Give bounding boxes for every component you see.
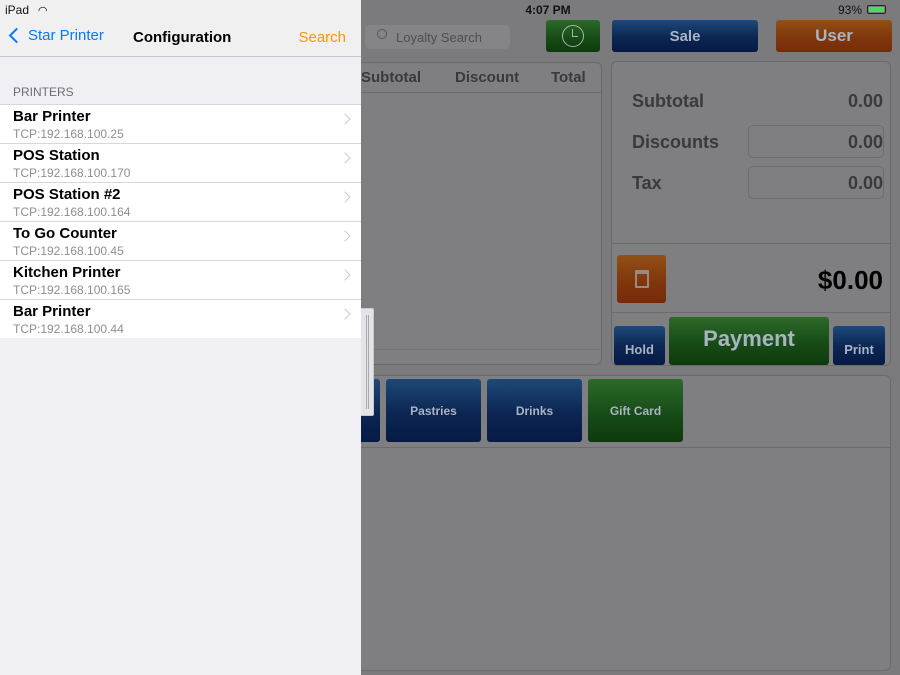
printer-row[interactable]: Kitchen Printer TCP:192.168.100.165 (0, 260, 361, 299)
status-time: 4:07 PM (525, 3, 571, 17)
subtotal-value: 0.00 (847, 91, 883, 111)
tax-field[interactable]: 0.00 (748, 166, 884, 199)
subtotal-label: Subtotal (632, 91, 704, 111)
printer-row[interactable]: Bar Printer TCP:192.168.100.25 (0, 104, 361, 143)
sale-button[interactable]: Sale (612, 20, 758, 52)
printer-address: TCP:192.168.100.25 (13, 127, 124, 141)
navigation-bar: iPad ◠ Star Printer Configuration Search (0, 0, 361, 57)
printer-row[interactable]: POS Station #2 TCP:192.168.100.164 (0, 182, 361, 221)
discounts-field[interactable]: 0.00 (748, 125, 884, 158)
category-gift-card[interactable]: Gift Card (588, 379, 683, 442)
back-label: Star Printer (28, 27, 104, 44)
chevron-right-icon (339, 191, 351, 203)
printer-address: TCP:192.168.100.170 (13, 166, 131, 180)
trash-icon (634, 270, 649, 288)
chevron-right-icon (339, 308, 351, 320)
printer-name: Bar Printer (13, 303, 91, 320)
battery-icon (867, 5, 886, 14)
clock-icon (562, 25, 584, 47)
tax-value: 0.00 (847, 173, 883, 193)
printer-name: To Go Counter (13, 225, 117, 242)
chevron-left-icon (8, 27, 25, 44)
clock-button[interactable] (546, 20, 600, 52)
chevron-right-icon (339, 269, 351, 281)
printer-name: POS Station #2 (13, 186, 121, 203)
printer-name: Kitchen Printer (13, 264, 121, 281)
wifi-icon: ◠ (38, 5, 48, 17)
column-total: Total (551, 69, 586, 86)
page-title: Configuration (133, 29, 232, 46)
category-drinks[interactable]: Drinks (487, 379, 582, 442)
tax-label: Tax (632, 173, 662, 193)
loyalty-search-input[interactable]: Loyalty Search (365, 25, 510, 49)
configuration-panel: iPad ◠ Star Printer Configuration Search… (0, 0, 361, 675)
printer-name: POS Station (13, 147, 100, 164)
clear-order-button[interactable] (617, 255, 666, 303)
battery-percent: 93% (838, 3, 863, 17)
print-button[interactable]: Print (833, 326, 885, 365)
section-header: PRINTERS (13, 85, 74, 99)
discounts-label: Discounts (632, 132, 720, 152)
printer-address: TCP:192.168.100.45 (13, 244, 124, 258)
payment-button[interactable]: Payment (669, 317, 829, 365)
grand-total: $0.00 (817, 265, 883, 295)
discounts-value: 0.00 (847, 132, 883, 152)
printer-row[interactable]: To Go Counter TCP:192.168.100.45 (0, 221, 361, 260)
printer-row[interactable]: POS Station TCP:192.168.100.170 (0, 143, 361, 182)
column-discount: Discount (455, 69, 520, 86)
search-placeholder: Loyalty Search (396, 30, 482, 45)
printer-name: Bar Printer (13, 108, 91, 125)
hold-button[interactable]: Hold (614, 326, 665, 365)
order-list-panel: Subtotal Discount Total (340, 62, 602, 365)
back-button[interactable]: Star Printer (6, 27, 104, 44)
chevron-right-icon (339, 152, 351, 164)
search-button[interactable]: Search (298, 29, 346, 46)
printer-address: TCP:192.168.100.44 (13, 322, 124, 336)
category-pastries[interactable]: Pastries (386, 379, 481, 442)
user-button[interactable]: User (776, 20, 892, 52)
chevron-right-icon (339, 230, 351, 242)
chevron-right-icon (339, 113, 351, 125)
printer-address: TCP:192.168.100.165 (13, 283, 131, 297)
printer-row[interactable]: Bar Printer TCP:192.168.100.44 (0, 299, 361, 338)
printer-address: TCP:192.168.100.164 (13, 205, 131, 219)
status-device: iPad (5, 3, 30, 17)
search-icon (377, 29, 387, 39)
column-subtotal: Subtotal (361, 69, 421, 86)
